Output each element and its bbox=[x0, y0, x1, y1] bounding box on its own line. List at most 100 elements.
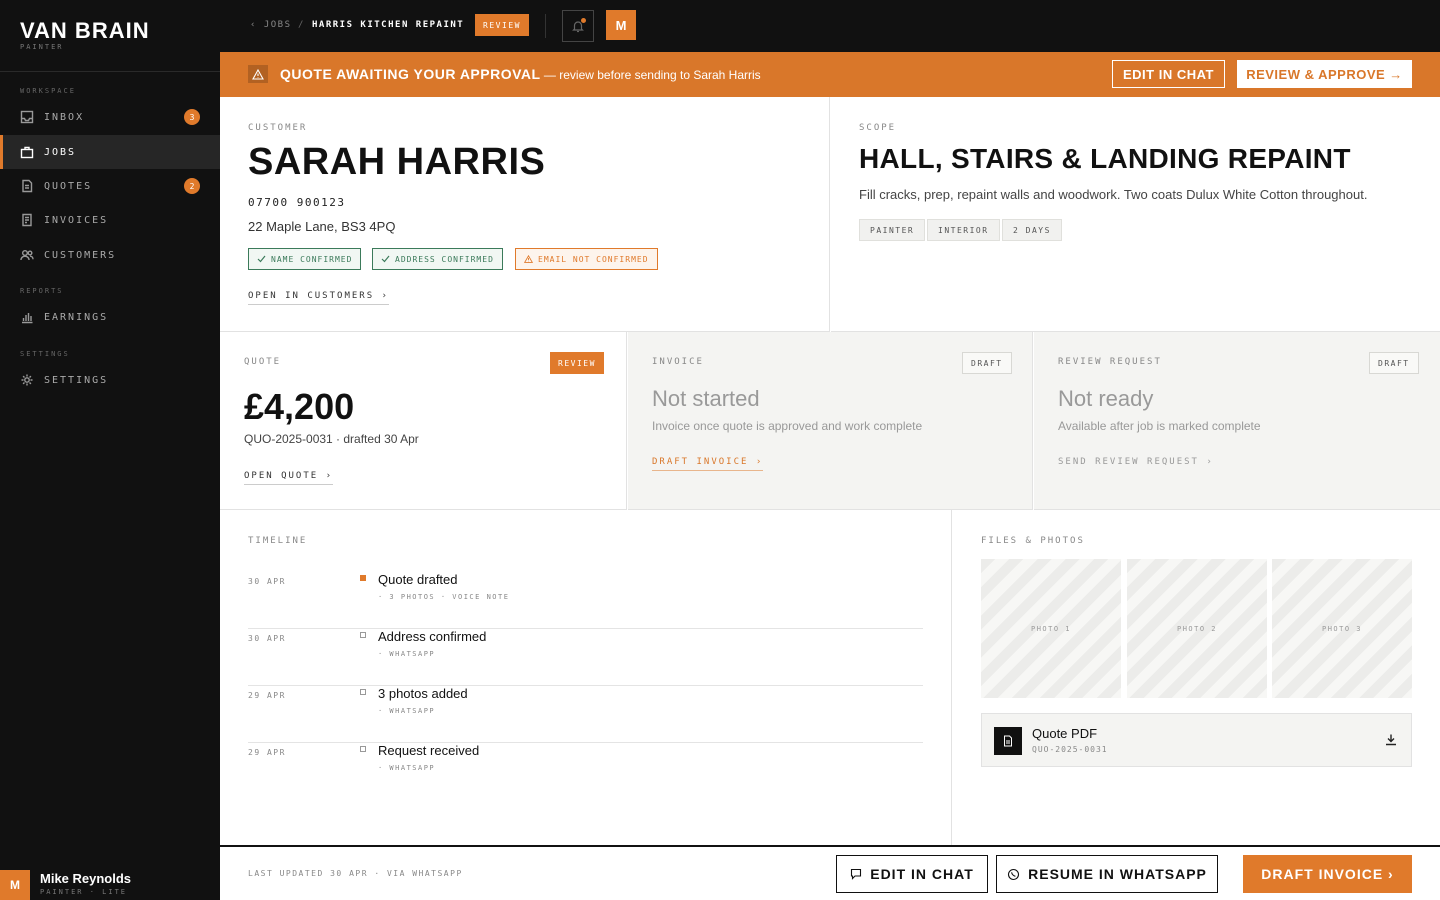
review-request-caption: REVIEW REQUEST bbox=[1058, 357, 1162, 367]
edit-in-chat-button[interactable]: EDIT IN CHAT bbox=[1112, 60, 1225, 88]
resume-in-whatsapp-button[interactable]: RESUME IN WHATSAPP bbox=[996, 855, 1218, 893]
account-avatar[interactable]: M bbox=[606, 10, 636, 40]
send-review-request-link[interactable]: SEND REVIEW REQUEST › bbox=[1058, 457, 1214, 467]
review-request-headline: Not ready bbox=[1058, 386, 1154, 411]
timeline-marker bbox=[360, 746, 366, 752]
breadcrumb-back-jobs[interactable]: ‹ JOBS bbox=[250, 20, 292, 30]
sidebar-divider bbox=[0, 71, 220, 72]
sidebar-item-quotes[interactable]: QUOTES 2 bbox=[0, 169, 220, 203]
customer-name: SARAH HARRIS bbox=[248, 141, 546, 183]
open-quote-link[interactable]: OPEN QUOTE › bbox=[244, 471, 334, 485]
brand-logo: VAN BRAIN bbox=[20, 18, 150, 43]
sidebar-item-customers[interactable]: CUSTOMERS bbox=[0, 238, 220, 272]
approval-banner: QUOTE AWAITING YOUR APPROVAL — review be… bbox=[220, 52, 1440, 97]
top-bar: ‹ JOBS / HARRIS KITCHEN REPAINT REVIEW M bbox=[220, 0, 1440, 52]
warning-icon bbox=[248, 65, 268, 83]
scope-caption: SCOPE bbox=[859, 123, 897, 133]
review-request-status-badge: DRAFT bbox=[1369, 352, 1419, 374]
timeline-date: 29 APR bbox=[248, 748, 286, 757]
sidebar-item-label: INVOICES bbox=[44, 214, 109, 226]
timeline-date: 30 APR bbox=[248, 634, 286, 643]
customer-phone[interactable]: 07700 900123 bbox=[248, 196, 345, 209]
invoice-headline: Not started bbox=[652, 386, 760, 411]
draft-invoice-link[interactable]: DRAFT INVOICE › bbox=[652, 457, 764, 471]
section-label-workspace: WORKSPACE bbox=[20, 87, 76, 95]
timeline-date: 30 APR bbox=[248, 577, 286, 586]
timeline-source: · WHATSAPP bbox=[378, 707, 436, 715]
review-request-card: REVIEW REQUEST DRAFT Not ready Available… bbox=[1034, 332, 1440, 510]
footer-action-bar: LAST UPDATED 30 APR · VIA WHATSAPP EDIT … bbox=[220, 845, 1440, 900]
inbox-count-badge: 3 bbox=[184, 109, 200, 125]
customer-address: 22 Maple Lane, BS3 4PQ bbox=[248, 219, 396, 234]
topbar-divider bbox=[545, 14, 546, 38]
whatsapp-icon bbox=[1008, 868, 1020, 880]
sidebar-item-earnings[interactable]: EARNINGS bbox=[0, 300, 220, 334]
scope-panel: SCOPE HALL, STAIRS & LANDING REPAINT Fil… bbox=[831, 97, 1440, 332]
scope-tag: 2 DAYS bbox=[1002, 219, 1062, 241]
timeline-title: 3 photos added bbox=[378, 686, 468, 701]
avatar: M bbox=[0, 870, 30, 900]
receipt-icon bbox=[22, 213, 32, 227]
quote-meta: QUO-2025-0031 · drafted 30 Apr bbox=[244, 432, 419, 446]
open-in-customers-link[interactable]: OPEN IN CUSTOMERS › bbox=[248, 291, 389, 305]
sidebar-item-settings[interactable]: SETTINGS bbox=[0, 363, 220, 397]
user-profile[interactable]: M Mike Reynolds PAINTER · LITE bbox=[0, 870, 220, 900]
customer-panel: CUSTOMER SARAH HARRIS 07700 900123 22 Ma… bbox=[220, 97, 830, 332]
sidebar-item-label: JOBS bbox=[44, 146, 77, 158]
users-icon bbox=[20, 250, 34, 261]
sidebar-item-label: EARNINGS bbox=[44, 311, 109, 323]
warning-icon bbox=[524, 255, 533, 263]
chip-label: ADDRESS CONFIRMED bbox=[395, 254, 494, 264]
file-title: Quote PDF bbox=[1032, 726, 1098, 741]
chip-label: NAME CONFIRMED bbox=[271, 254, 353, 264]
draft-invoice-button[interactable]: DRAFT INVOICE › bbox=[1243, 855, 1412, 893]
quote-status-badge: REVIEW bbox=[550, 352, 604, 374]
last-updated-text: LAST UPDATED 30 APR · VIA WHATSAPP bbox=[248, 869, 463, 878]
timeline-item: 30 APR Address confirmed · WHATSAPP bbox=[248, 629, 923, 686]
sidebar-item-jobs[interactable]: JOBS bbox=[0, 135, 220, 169]
invoice-status-badge: DRAFT bbox=[962, 352, 1012, 374]
quote-caption: QUOTE bbox=[244, 357, 282, 367]
sidebar: VAN BRAIN PAINTER WORKSPACE INBOX 3 JOBS… bbox=[0, 0, 220, 900]
chip-label: EMAIL NOT CONFIRMED bbox=[538, 254, 649, 264]
timeline-title: Request received bbox=[378, 743, 480, 758]
sidebar-item-label: INBOX bbox=[44, 111, 85, 123]
banner-subtitle: — review before sending to Sarah Harris bbox=[540, 68, 761, 82]
timeline-title: Quote drafted bbox=[378, 572, 458, 587]
download-icon[interactable] bbox=[1384, 733, 1398, 747]
timeline-date: 29 APR bbox=[248, 691, 286, 700]
chat-icon bbox=[851, 868, 862, 880]
timeline-marker bbox=[360, 689, 366, 695]
photo-thumbnail[interactable]: PHOTO 3 bbox=[1272, 559, 1412, 698]
files-caption: FILES & PHOTOS bbox=[981, 536, 1085, 546]
scope-tag: INTERIOR bbox=[927, 219, 1000, 241]
sidebar-item-label: CUSTOMERS bbox=[44, 249, 117, 261]
banner-title: QUOTE AWAITING YOUR APPROVAL bbox=[280, 66, 541, 82]
gear-icon bbox=[21, 374, 33, 386]
quote-pdf-file[interactable]: Quote PDF QUO-2025-0031 bbox=[981, 713, 1412, 767]
files-panel: FILES & PHOTOS PHOTO 1 PHOTO 2 PHOTO 3 Q… bbox=[953, 510, 1440, 845]
photo-thumbnail[interactable]: PHOTO 2 bbox=[1127, 559, 1267, 698]
job-status-badge: REVIEW bbox=[475, 14, 529, 36]
footer-edit-in-chat-button[interactable]: EDIT IN CHAT bbox=[836, 855, 988, 893]
scope-title: HALL, STAIRS & LANDING REPAINT bbox=[859, 143, 1351, 174]
sidebar-item-invoices[interactable]: INVOICES bbox=[0, 203, 220, 237]
review-approve-button[interactable]: REVIEW & APPROVE → bbox=[1237, 60, 1412, 88]
sidebar-item-label: SETTINGS bbox=[44, 374, 109, 386]
timeline-caption: TIMELINE bbox=[248, 536, 308, 546]
breadcrumb-separator: / bbox=[298, 20, 305, 30]
timeline-item: 29 APR 3 photos added · WHATSAPP bbox=[248, 686, 923, 743]
timeline-item: 29 APR Request received · WHATSAPP bbox=[248, 743, 923, 800]
notification-dot bbox=[581, 18, 586, 23]
notifications-button[interactable] bbox=[562, 10, 594, 42]
scope-description: Fill cracks, prep, repaint walls and woo… bbox=[859, 187, 1368, 202]
briefcase-icon bbox=[20, 146, 34, 159]
breadcrumb-current-job: HARRIS KITCHEN REPAINT bbox=[312, 20, 465, 30]
photo-thumbnail[interactable]: PHOTO 1 bbox=[981, 559, 1121, 698]
banner-message: QUOTE AWAITING YOUR APPROVAL — review be… bbox=[280, 66, 761, 82]
sidebar-item-inbox[interactable]: INBOX 3 bbox=[0, 100, 220, 134]
check-icon bbox=[257, 255, 266, 263]
invoice-note: Invoice once quote is approved and work … bbox=[652, 419, 923, 433]
invoice-caption: INVOICE bbox=[652, 357, 704, 367]
button-label: RESUME IN WHATSAPP bbox=[1028, 866, 1207, 882]
